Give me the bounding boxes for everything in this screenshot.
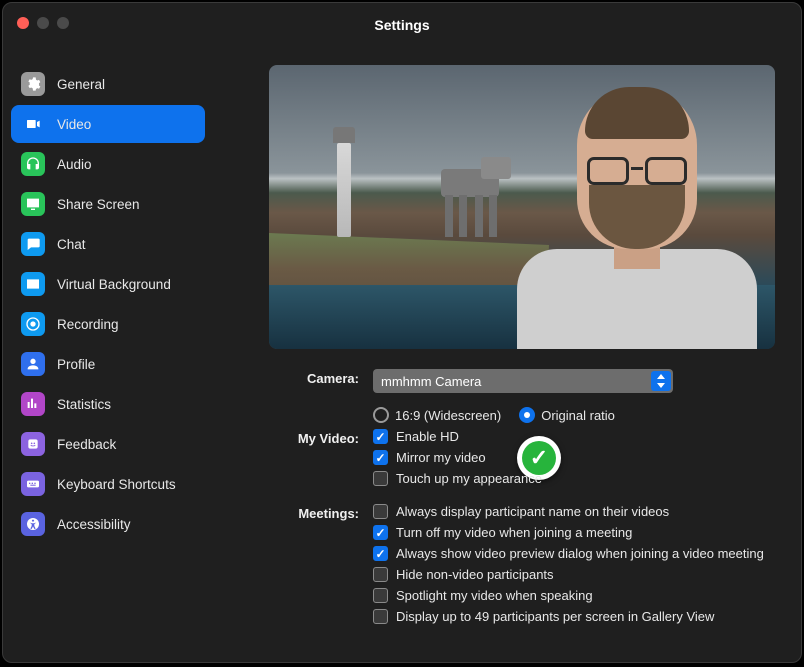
checkbox-label: Always show video preview dialog when jo… (396, 546, 764, 561)
close-window-button[interactable] (17, 17, 29, 29)
sidebar-item-statistics[interactable]: Statistics (11, 385, 205, 423)
radio-icon (373, 407, 389, 423)
virtual-bg-icon (21, 272, 45, 296)
sidebar-item-label: Chat (57, 237, 86, 252)
checkbox-always-show-video-preview-dialog-when-joining-a-video-meeting[interactable]: Always show video preview dialog when jo… (373, 546, 764, 561)
keyboard-icon (21, 472, 45, 496)
settings-window: Settings General Video Audio Share Screen Ch… (2, 2, 802, 663)
sidebar-item-label: General (57, 77, 105, 92)
checkbox-label: Always display participant name on their… (396, 504, 669, 519)
radio-icon (519, 407, 535, 423)
sidebar-item-label: Keyboard Shortcuts (57, 477, 176, 492)
checkbox-icon (373, 450, 388, 465)
checkbox-label: Mirror my video (396, 450, 486, 465)
checkbox-spotlight-my-video-when-speaking[interactable]: Spotlight my video when speaking (373, 588, 764, 603)
select-arrows-icon (651, 371, 671, 391)
checkbox-icon (373, 504, 388, 519)
window-title: Settings (374, 17, 429, 33)
sidebar-item-label: Share Screen (57, 197, 140, 212)
checkbox-always-display-participant-name-on-their-videos[interactable]: Always display participant name on their… (373, 504, 764, 519)
feedback-icon (21, 432, 45, 456)
video-icon (21, 112, 45, 136)
camera-selected-value: mmhmm Camera (381, 374, 481, 389)
checkbox-display-up-to-49-participants-per-screen-in-gallery-view[interactable]: Display up to 49 participants per screen… (373, 609, 764, 624)
sidebar-item-label: Recording (57, 317, 119, 332)
sidebar: General Video Audio Share Screen Chat Virtual… (3, 47, 213, 662)
sidebar-item-profile[interactable]: Profile (11, 345, 205, 383)
aspect-original-radio[interactable]: Original ratio (519, 407, 615, 423)
sidebar-item-chat[interactable]: Chat (11, 225, 205, 263)
sidebar-item-audio[interactable]: Audio (11, 145, 205, 183)
content-pane: Camera: mmhmm Camera 16:9 (Widescreen) (213, 47, 801, 662)
checkbox-label: Hide non-video participants (396, 567, 554, 582)
share-screen-icon (21, 192, 45, 216)
recording-icon (21, 312, 45, 336)
check-icon: ✓ (522, 441, 556, 475)
sidebar-item-label: Video (57, 117, 91, 132)
checkbox-hide-non-video-participants[interactable]: Hide non-video participants (373, 567, 764, 582)
aspect-widescreen-radio[interactable]: 16:9 (Widescreen) (373, 407, 501, 423)
radio-label: Original ratio (541, 408, 615, 423)
sidebar-item-feedback[interactable]: Feedback (11, 425, 205, 463)
chat-icon (21, 232, 45, 256)
checkbox-icon (373, 546, 388, 561)
zoom-window-button[interactable] (57, 17, 69, 29)
meetings-label: Meetings: (269, 504, 359, 521)
statistics-icon (21, 392, 45, 416)
headphones-icon (21, 152, 45, 176)
sidebar-item-keyboard-shortcuts[interactable]: Keyboard Shortcuts (11, 465, 205, 503)
my-video-label: My Video: (269, 429, 359, 446)
checkbox-icon (373, 567, 388, 582)
checkbox-turn-off-my-video-when-joining-a-meeting[interactable]: Turn off my video when joining a meeting (373, 525, 764, 540)
sidebar-item-recording[interactable]: Recording (11, 305, 205, 343)
checkbox-icon (373, 429, 388, 444)
checkbox-label: Display up to 49 participants per screen… (396, 609, 714, 624)
accessibility-icon (21, 512, 45, 536)
checkbox-label: Turn off my video when joining a meeting (396, 525, 632, 540)
video-preview (269, 65, 775, 349)
checkbox-icon (373, 525, 388, 540)
sidebar-item-label: Virtual Background (57, 277, 171, 292)
gear-icon (21, 72, 45, 96)
checkbox-icon (373, 609, 388, 624)
checkbox-enable-hd[interactable]: Enable HD (373, 429, 542, 444)
checkbox-mirror-my-video[interactable]: Mirror my video✓ (373, 450, 542, 465)
sidebar-item-accessibility[interactable]: Accessibility (11, 505, 205, 543)
sidebar-item-video[interactable]: Video (11, 105, 205, 143)
sidebar-item-label: Audio (57, 157, 92, 172)
checkbox-touch-up-my-appearance[interactable]: Touch up my appearance (373, 471, 542, 486)
window-controls (17, 17, 69, 29)
camera-select[interactable]: mmhmm Camera (373, 369, 673, 393)
camera-label: Camera: (269, 369, 359, 386)
radio-label: 16:9 (Widescreen) (395, 408, 501, 423)
checkbox-label: Spotlight my video when speaking (396, 588, 593, 603)
minimize-window-button[interactable] (37, 17, 49, 29)
sidebar-item-general[interactable]: General (11, 65, 205, 103)
sidebar-item-label: Feedback (57, 437, 116, 452)
sidebar-item-label: Accessibility (57, 517, 131, 532)
titlebar: Settings (3, 3, 801, 47)
sidebar-item-label: Statistics (57, 397, 111, 412)
checkbox-icon (373, 471, 388, 486)
sidebar-item-label: Profile (57, 357, 95, 372)
profile-icon (21, 352, 45, 376)
sidebar-item-share-screen[interactable]: Share Screen (11, 185, 205, 223)
checkbox-icon (373, 588, 388, 603)
checkbox-label: Touch up my appearance (396, 471, 542, 486)
sidebar-item-virtual-background[interactable]: Virtual Background (11, 265, 205, 303)
checkbox-label: Enable HD (396, 429, 459, 444)
